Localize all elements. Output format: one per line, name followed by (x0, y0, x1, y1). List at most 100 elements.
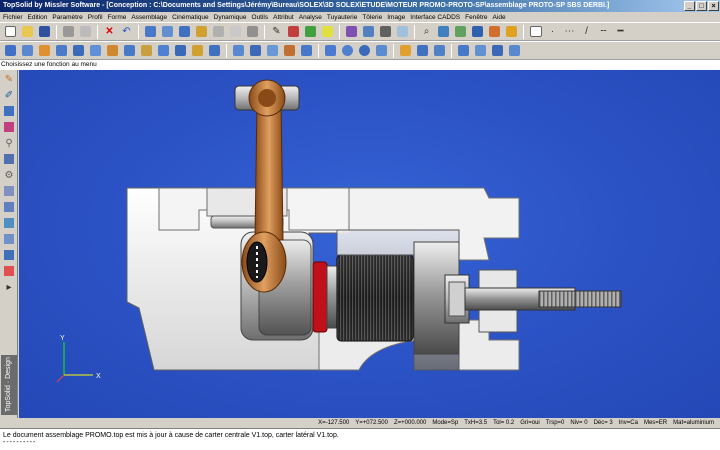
menu-item-1[interactable]: Edition (28, 14, 48, 21)
select-icon[interactable] (378, 24, 393, 39)
menu-item-13[interactable]: Image (387, 14, 405, 21)
color-swatch-white[interactable] (528, 24, 543, 39)
point-icon[interactable] (490, 43, 505, 58)
status-inv[interactable]: Inv=Ca (619, 418, 638, 428)
menu-item-12[interactable]: Tôlerie (362, 14, 382, 21)
menu-item-2[interactable]: Paramètre (52, 14, 82, 21)
curve-icon[interactable] (473, 43, 488, 58)
menu-item-0[interactable]: Fichier (3, 14, 23, 21)
menu-item-4[interactable]: Forme (108, 14, 127, 21)
measure-icon[interactable] (344, 24, 359, 39)
split-icon[interactable] (265, 43, 280, 58)
shading-icon[interactable] (487, 24, 502, 39)
menu-item-6[interactable]: Cinématique (172, 14, 209, 21)
boss-icon[interactable] (105, 43, 120, 58)
assembly-icon[interactable] (2, 184, 16, 198)
pan-icon[interactable] (436, 24, 451, 39)
cylinder-icon[interactable] (340, 43, 355, 58)
part-icon[interactable] (398, 43, 413, 58)
draft-icon[interactable] (207, 43, 222, 58)
menu-item-7[interactable]: Dynamique (214, 14, 247, 21)
print-preview-icon[interactable] (78, 24, 93, 39)
attribute-icon[interactable] (286, 24, 301, 39)
rotate-icon[interactable] (194, 24, 209, 39)
cut-icon[interactable] (248, 43, 263, 58)
pipe-icon[interactable] (2, 216, 16, 230)
line-dash-icon[interactable]: ╌ (596, 24, 611, 39)
status-dec[interactable]: Déc= 3 (594, 418, 613, 428)
fillet-icon[interactable] (173, 43, 188, 58)
expand-icon[interactable]: ▸ (2, 280, 16, 294)
render-icon[interactable] (470, 24, 485, 39)
layer-icon[interactable] (303, 24, 318, 39)
delete-icon[interactable]: ✕ (102, 24, 117, 39)
chamfer-icon[interactable] (190, 43, 205, 58)
menu-item-15[interactable]: Fenêtre (465, 14, 487, 21)
surface-tool-icon[interactable] (2, 120, 16, 134)
rib-icon[interactable] (139, 43, 154, 58)
groove-icon[interactable] (122, 43, 137, 58)
menu-item-9[interactable]: Attribut (273, 14, 294, 21)
frame-icon[interactable] (507, 43, 522, 58)
maximize-button[interactable]: □ (696, 1, 707, 11)
sheetmetal-icon[interactable] (2, 232, 16, 246)
sheet-icon[interactable] (299, 43, 314, 58)
line-dotted-icon[interactable]: ⋯ (562, 24, 577, 39)
status-material[interactable]: Mat=aluminium (673, 418, 714, 428)
status-level[interactable]: Niv= 0 (570, 418, 587, 428)
pencil-icon[interactable]: ✎ (2, 72, 16, 86)
extrude-icon[interactable] (3, 43, 18, 58)
color-icon[interactable] (320, 24, 335, 39)
visibility-icon[interactable] (395, 24, 410, 39)
minimize-button[interactable]: _ (684, 1, 695, 11)
print-icon[interactable] (61, 24, 76, 39)
sphere-icon[interactable] (357, 43, 372, 58)
status-transparency[interactable]: Trsp=0 (546, 418, 565, 428)
insert-icon[interactable] (415, 43, 430, 58)
move-icon[interactable] (177, 24, 192, 39)
line-style-icon[interactable]: · (545, 24, 560, 39)
light-icon[interactable] (504, 24, 519, 39)
loft-icon[interactable] (54, 43, 69, 58)
menu-item-11[interactable]: Tuyauterie (327, 14, 357, 21)
undo-icon[interactable]: ↶ (119, 24, 134, 39)
line-thick-icon[interactable]: ━ (613, 24, 628, 39)
filter-icon[interactable] (361, 24, 376, 39)
zoom-icon[interactable]: ⌕ (419, 24, 434, 39)
status-tol[interactable]: Tol= 0.2 (493, 418, 514, 428)
menu-item-16[interactable]: Aide (493, 14, 506, 21)
gear-icon[interactable]: ⚙ (2, 168, 16, 182)
mechanism-icon[interactable] (2, 200, 16, 214)
shell-icon[interactable] (156, 43, 171, 58)
rendering-icon[interactable] (2, 248, 16, 262)
status-grid[interactable]: Gri=oui (520, 418, 540, 428)
shape-icon[interactable] (2, 104, 16, 118)
sweep-icon[interactable] (37, 43, 52, 58)
symmetry-icon[interactable] (211, 24, 226, 39)
mirror-icon[interactable] (228, 24, 243, 39)
wire-icon[interactable]: ⚲ (2, 136, 16, 150)
save-icon[interactable] (37, 24, 52, 39)
menu-item-14[interactable]: Interface CADDS (410, 14, 460, 21)
cube-icon[interactable] (2, 152, 16, 166)
constraint-icon[interactable] (432, 43, 447, 58)
view-icon[interactable] (453, 24, 468, 39)
line-solid-icon[interactable]: / (579, 24, 594, 39)
block-icon[interactable] (323, 43, 338, 58)
copy-icon[interactable] (160, 24, 175, 39)
close-button[interactable]: × (708, 1, 719, 11)
modify-icon[interactable] (143, 24, 158, 39)
revolve-icon[interactable] (20, 43, 35, 58)
pocket-icon[interactable] (88, 43, 103, 58)
menu-item-5[interactable]: Assemblage (131, 14, 167, 21)
3d-viewport[interactable]: Y X (19, 70, 720, 418)
sketch-icon[interactable]: ✐ (2, 88, 16, 102)
open-folder-icon[interactable] (20, 24, 35, 39)
surface-icon[interactable] (456, 43, 471, 58)
menu-item-8[interactable]: Outils (252, 14, 269, 21)
status-txh[interactable]: TxH=3.5 (464, 418, 487, 428)
color-tool-icon[interactable] (2, 264, 16, 278)
menu-item-3[interactable]: Profil (88, 14, 103, 21)
drill-icon[interactable] (71, 43, 86, 58)
new-file-icon[interactable] (3, 24, 18, 39)
